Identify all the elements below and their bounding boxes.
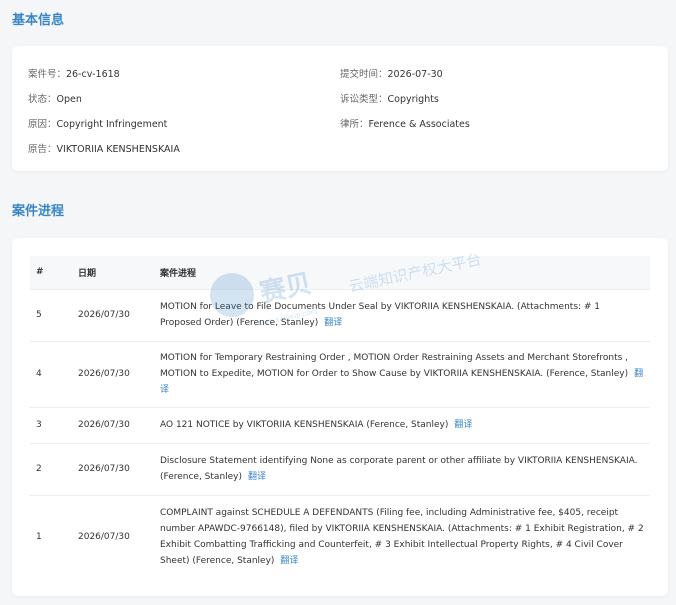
translate-link[interactable]: 翻译 xyxy=(280,556,298,566)
table-row: 1 2026/07/30 COMPLAINT against SCHEDULE … xyxy=(30,494,650,579)
row-number: 3 xyxy=(30,406,72,443)
table-row: 3 2026/07/30 AO 121 NOTICE by VIKTORIIA … xyxy=(30,406,650,443)
header-date: 日期 xyxy=(78,268,97,279)
status-value: Open xyxy=(56,94,82,105)
row-date: 2026/07/30 xyxy=(72,442,154,495)
row-description-cell: MOTION for Leave to File Documents Under… xyxy=(154,288,650,341)
row-description-cell: MOTION for Temporary Restraining Order ,… xyxy=(154,340,650,407)
case-number-label: 案件号： xyxy=(28,69,67,80)
cause-value: Copyright Infringement xyxy=(56,119,168,130)
row-description: AO 121 NOTICE by VIKTORIIA KENSHENSKAIA … xyxy=(160,420,449,430)
table-row: 5 2026/07/30 MOTION for Leave to File Do… xyxy=(30,288,650,341)
translate-link[interactable]: 翻译 xyxy=(324,318,342,328)
basic-info-card: 案件号：26-cv-1618 提交时间：2026-07-30 状态：Open 诉… xyxy=(12,46,668,171)
row-description-cell: COMPLAINT against SCHEDULE A DEFENDANTS … xyxy=(154,494,650,579)
row-number: 5 xyxy=(30,288,72,341)
row-date: 2026/07/30 xyxy=(72,406,154,443)
row-number: 4 xyxy=(30,340,72,407)
filed-date-value: 2026-07-30 xyxy=(387,69,443,80)
header-number: # xyxy=(36,267,44,278)
row-date: 2026/07/30 xyxy=(72,340,154,407)
status-row: 状态：Open xyxy=(28,91,82,105)
row-description: Disclosure Statement identifying None as… xyxy=(160,456,638,482)
cause-row: 原因：Copyright Infringement xyxy=(28,116,167,130)
basic-info-title: 基本信息 xyxy=(12,13,65,28)
case-progress-card: # 日期 案件进程 5 2026/07/30 MOTION for Leave … xyxy=(12,238,668,596)
filed-date-label: 提交时间： xyxy=(340,69,388,80)
law-firm-value: Ference & Associates xyxy=(368,119,470,130)
case-progress-title: 案件进程 xyxy=(12,204,65,219)
filed-date-row: 提交时间：2026-07-30 xyxy=(340,66,443,80)
law-firm-label: 律所： xyxy=(340,119,369,130)
translate-link[interactable]: 翻译 xyxy=(454,420,472,430)
header-description: 案件进程 xyxy=(160,268,197,279)
row-number: 1 xyxy=(30,494,72,579)
plaintiff-label: 原告： xyxy=(28,144,57,155)
row-date: 2026/07/30 xyxy=(72,288,154,341)
table-header-row: # 日期 案件进程 xyxy=(30,256,650,289)
law-firm-row: 律所：Ference & Associates xyxy=(340,116,470,130)
row-description-cell: AO 121 NOTICE by VIKTORIIA KENSHENSKAIA … xyxy=(154,406,650,443)
translate-link[interactable]: 翻译 xyxy=(248,472,266,482)
case-number-value: 26-cv-1618 xyxy=(66,69,120,80)
case-type-row: 诉讼类型：Copyrights xyxy=(340,91,439,105)
table-row: 2 2026/07/30 Disclosure Statement identi… xyxy=(30,442,650,495)
row-description: MOTION for Leave to File Documents Under… xyxy=(160,302,601,328)
row-date: 2026/07/30 xyxy=(72,494,154,579)
table-row: 4 2026/07/30 MOTION for Temporary Restra… xyxy=(30,340,650,407)
plaintiff-value: VIKTORIIA KENSHENSKAIA xyxy=(56,144,180,155)
row-description-cell: Disclosure Statement identifying None as… xyxy=(154,442,650,495)
row-description: MOTION for Temporary Restraining Order ,… xyxy=(160,353,629,379)
plaintiff-row: 原告：VIKTORIIA KENSHENSKAIA xyxy=(28,141,180,155)
cause-label: 原因： xyxy=(28,119,57,130)
row-description: COMPLAINT against SCHEDULE A DEFENDANTS … xyxy=(160,508,644,567)
case-type-value: Copyrights xyxy=(387,94,439,105)
case-number-row: 案件号：26-cv-1618 xyxy=(28,66,120,80)
row-number: 2 xyxy=(30,442,72,495)
case-type-label: 诉讼类型： xyxy=(340,94,388,105)
status-label: 状态： xyxy=(28,94,57,105)
case-progress-table: # 日期 案件进程 5 2026/07/30 MOTION for Leave … xyxy=(30,256,650,579)
